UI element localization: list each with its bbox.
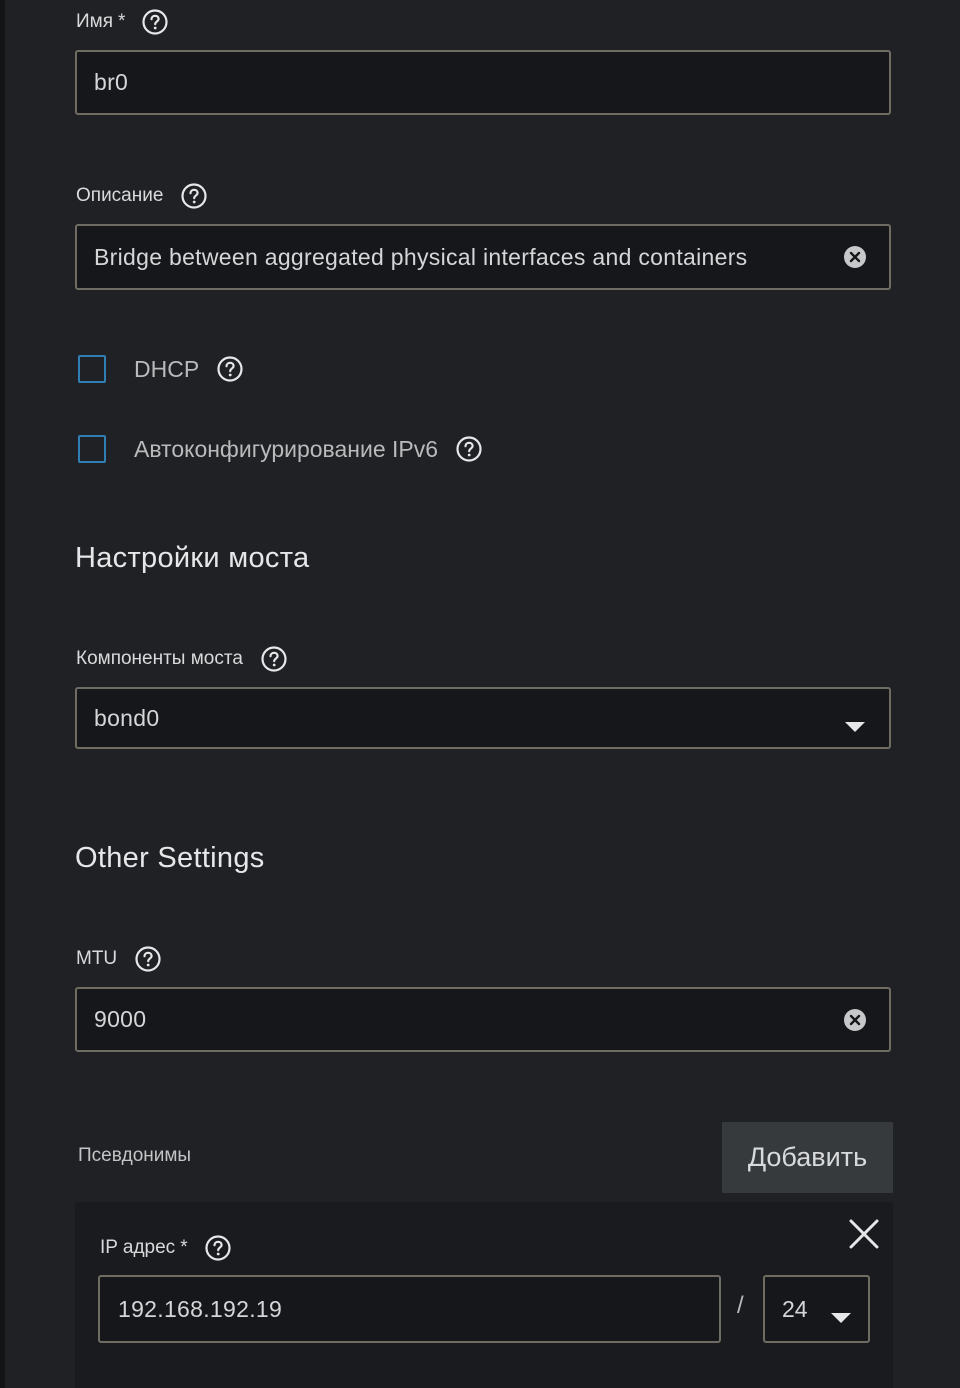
other-settings-title: Other Settings <box>75 842 265 874</box>
required-mark: * <box>180 1237 188 1258</box>
ip-address-input[interactable]: 192.168.192.19 <box>98 1275 721 1343</box>
ipv6-autoconfig-label: Автоконфигурирование IPv6 <box>134 435 439 462</box>
caret-down-icon[interactable] <box>831 1303 851 1323</box>
bridge-settings-title: Настройки моста <box>75 542 310 574</box>
ipv6-autoconfig-checkbox[interactable] <box>78 435 106 463</box>
dhcp-row[interactable]: DHCP <box>78 355 243 383</box>
network-interface-form: Имя * br0 Описание Bridge between aggreg… <box>0 0 960 1388</box>
mtu-label-text: MTU <box>76 948 118 969</box>
ip-address-label: IP адрес * <box>100 1235 231 1261</box>
ipv6-autoconfig-row[interactable]: Автоконфигурирование IPv6 <box>78 435 482 463</box>
mtu-value: 9000 <box>94 1006 147 1032</box>
ip-address-value: 192.168.192.19 <box>118 1295 283 1322</box>
help-icon[interactable] <box>142 9 169 35</box>
help-icon[interactable] <box>261 646 287 672</box>
add-alias-button[interactable]: Добавить <box>722 1122 893 1193</box>
description-label: Описание <box>76 183 208 209</box>
help-icon[interactable] <box>181 183 208 209</box>
dhcp-label: DHCP <box>134 355 200 382</box>
description-value: Bridge between aggregated physical inter… <box>94 243 748 270</box>
aliases-label: Псевдонимы <box>78 1145 192 1166</box>
bridge-members-label-text: Компоненты моста <box>76 648 243 669</box>
bridge-members-label: Компоненты моста <box>76 646 287 672</box>
bridge-members-select[interactable]: bond0 <box>75 687 891 749</box>
caret-down-icon[interactable] <box>845 712 865 732</box>
mtu-label: MTU <box>76 946 161 972</box>
required-mark: * <box>118 11 126 32</box>
mtu-input[interactable]: 9000 <box>75 987 891 1052</box>
netmask-select[interactable]: 24 <box>763 1275 870 1343</box>
description-label-text: Описание <box>76 185 164 206</box>
name-label: Имя * <box>76 9 169 35</box>
help-icon[interactable] <box>135 946 161 972</box>
left-rail <box>0 0 5 1388</box>
ip-address-label-text: IP адрес <box>100 1237 176 1258</box>
description-input[interactable]: Bridge between aggregated physical inter… <box>75 224 891 290</box>
name-label-text: Имя <box>76 11 114 32</box>
bridge-members-value: bond0 <box>94 704 160 731</box>
dhcp-checkbox[interactable] <box>78 355 106 383</box>
help-icon[interactable] <box>217 356 243 382</box>
close-icon[interactable] <box>849 1219 879 1249</box>
name-input[interactable]: br0 <box>75 50 891 115</box>
name-value: br0 <box>94 69 129 95</box>
netmask-separator: / <box>737 1292 744 1319</box>
netmask-value: 24 <box>782 1295 808 1322</box>
clear-icon[interactable] <box>843 245 867 269</box>
help-icon[interactable] <box>204 1235 231 1261</box>
help-icon[interactable] <box>456 436 482 462</box>
clear-icon[interactable] <box>843 1008 867 1032</box>
